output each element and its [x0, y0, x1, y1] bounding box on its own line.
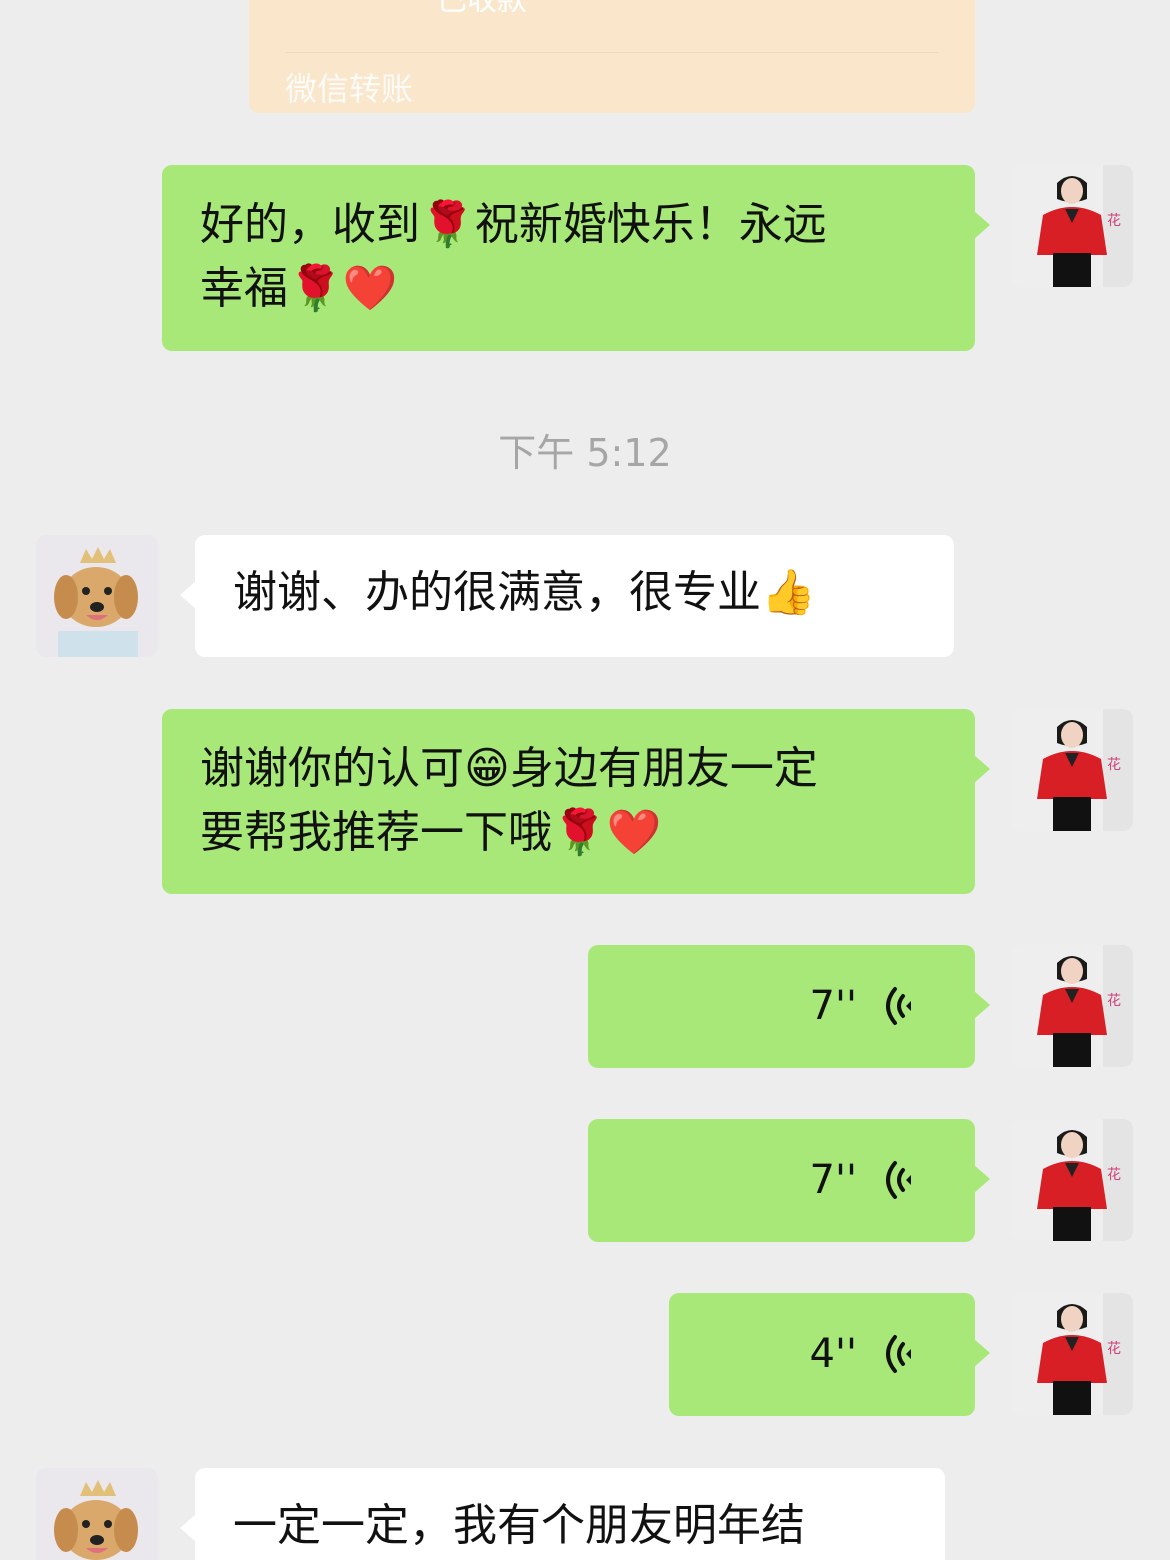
- voice-duration: 4'': [809, 1331, 857, 1377]
- transfer-card[interactable]: 已收款 微信转账: [249, 0, 975, 113]
- svg-text:花: 花: [1107, 1341, 1121, 1357]
- transfer-divider: [285, 52, 939, 53]
- message-text: 好的，收到🌹祝新婚快乐！永远: [200, 199, 827, 250]
- voice-message[interactable]: 7'': [588, 945, 990, 1068]
- message-bubble-outgoing[interactable]: 谢谢你的认可😁身边有朋友一定 要帮我推荐一下哦🌹❤️: [162, 709, 990, 894]
- message-text: 要帮我推荐一下哦🌹❤️: [200, 807, 662, 858]
- voice-duration: 7'': [809, 983, 857, 1029]
- voice-message[interactable]: 7'': [588, 1119, 990, 1242]
- woman-in-red-blouse-avatar-icon: 花: [1011, 165, 1133, 287]
- woman-in-red-blouse-avatar-icon: 花: [1011, 1293, 1133, 1415]
- svg-text:花: 花: [1107, 1167, 1121, 1183]
- svg-text:花: 花: [1107, 213, 1121, 229]
- voice-wave-icon: [886, 987, 911, 1025]
- chat-timestamp: 下午 5:12: [498, 431, 672, 475]
- self-avatar[interactable]: 花: [1011, 1119, 1133, 1241]
- message-bubble-incoming[interactable]: 一定一定，我有个朋友明年结: [180, 1468, 945, 1560]
- other-avatar[interactable]: [36, 535, 158, 657]
- message-bubble-incoming[interactable]: 谢谢、办的很满意，很专业👍: [180, 535, 954, 657]
- voice-duration: 7'': [809, 1157, 857, 1203]
- self-avatar[interactable]: 花: [1011, 709, 1133, 831]
- voice-wave-icon: [886, 1335, 911, 1373]
- voice-message[interactable]: 4'': [669, 1293, 990, 1416]
- self-avatar[interactable]: 花: [1011, 945, 1133, 1067]
- message-text: 谢谢你的认可😁身边有朋友一定: [200, 743, 818, 794]
- message-text: 谢谢、办的很满意，很专业👍: [233, 567, 816, 618]
- message-bubble-outgoing[interactable]: 好的，收到🌹祝新婚快乐！永远 幸福🌹❤️: [162, 165, 990, 351]
- self-avatar[interactable]: 花: [1011, 165, 1133, 287]
- other-avatar[interactable]: [36, 1468, 158, 1560]
- svg-text:花: 花: [1107, 757, 1121, 773]
- woman-in-red-blouse-avatar-icon: 花: [1011, 945, 1133, 1067]
- self-avatar[interactable]: 花: [1011, 1293, 1133, 1415]
- transfer-status: 已收款: [437, 0, 527, 12]
- message-text: 一定一定，我有个朋友明年结: [233, 1500, 805, 1551]
- transfer-label: 微信转账: [285, 70, 414, 108]
- golden-retriever-with-crown-avatar-icon: [36, 1468, 158, 1560]
- svg-text:花: 花: [1107, 993, 1121, 1009]
- message-text: 幸福🌹❤️: [200, 263, 398, 314]
- golden-retriever-with-crown-avatar-icon: [36, 535, 158, 657]
- woman-in-red-blouse-avatar-icon: 花: [1011, 1119, 1133, 1241]
- woman-in-red-blouse-avatar-icon: 花: [1011, 709, 1133, 831]
- voice-wave-icon: [886, 1161, 911, 1199]
